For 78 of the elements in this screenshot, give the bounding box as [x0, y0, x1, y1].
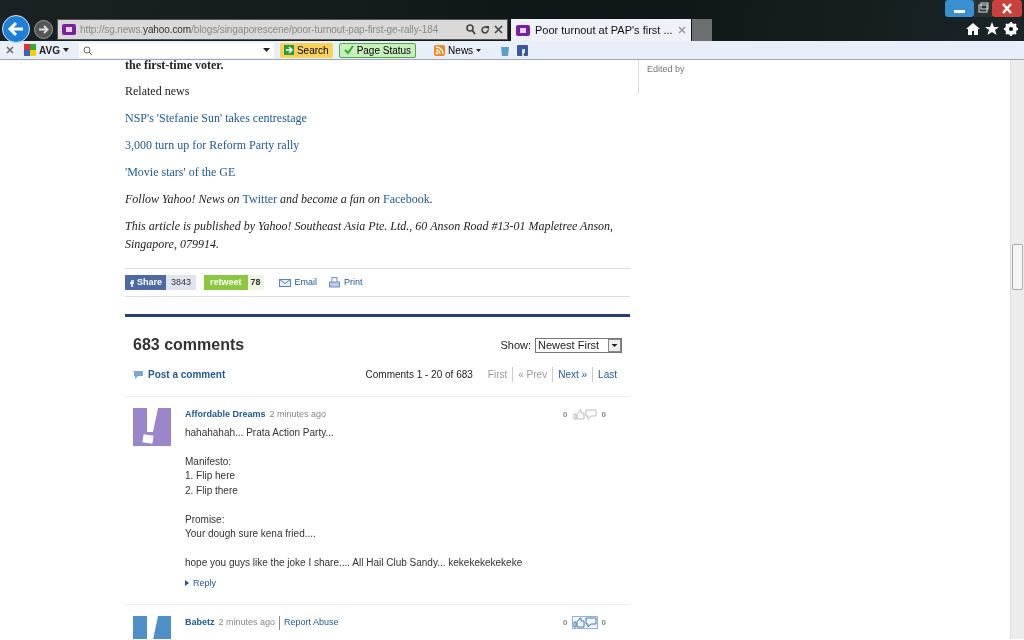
speech-bubble-icon: [133, 370, 144, 379]
site-icon: [516, 24, 530, 36]
print-link[interactable]: Print: [329, 275, 363, 290]
body-text: the first-time voter.: [125, 60, 225, 74]
reply-link[interactable]: Reply: [185, 576, 630, 590]
facebook-icon: [129, 278, 134, 287]
timestamp: 2 minutes ago: [218, 616, 276, 629]
email-link[interactable]: Email: [278, 275, 318, 290]
facebook-icon[interactable]: [517, 44, 529, 56]
close-icon[interactable]: [6, 46, 14, 54]
publisher-text: This article is published by Yahoo! Southeast Asia Pte. Ltd., 60 Anson Road #13-01 Mapletree Anson, Singapore, 079914.: [125, 218, 615, 253]
speech-bubble-icon[interactable]: [584, 617, 597, 629]
check-icon: [343, 45, 354, 55]
caret-icon: [62, 48, 69, 52]
social-link[interactable]: Twitter: [242, 192, 278, 206]
settings-icon[interactable]: [1004, 22, 1018, 36]
refresh-icon[interactable]: [480, 24, 490, 35]
pager-link[interactable]: Next »: [552, 367, 593, 382]
search-icon[interactable]: [466, 24, 476, 35]
section-heading: Related news: [125, 83, 191, 100]
avatar-icon: [133, 408, 171, 446]
search-icon: [82, 45, 93, 55]
address-bar[interactable]: http://sg.news.yahoo.com/blogs/singaporescene/poor-turnout-pap-first-ge-rally-184: [57, 19, 508, 40]
follow-text: Follow Yahoo! News on Twitter and become a fan on Facebook.: [125, 191, 434, 208]
pager-link: First: [486, 368, 509, 382]
facebook-share-button[interactable]: Share: [125, 274, 166, 291]
arrow-icon: [283, 45, 294, 55]
page-status-button[interactable]: Page Status: [338, 42, 417, 58]
scrollbar-thumb[interactable]: [1012, 244, 1023, 290]
avg-button[interactable]: AVG: [20, 42, 73, 58]
caret-icon: [262, 48, 270, 52]
caret-icon: [185, 580, 189, 587]
tab-title: Poor turnout at PAP's first ...: [535, 22, 673, 38]
search-field[interactable]: [78, 42, 274, 58]
related-link[interactable]: 'Movie stars' of the GE: [125, 163, 630, 181]
editor-label: Edited by: [647, 63, 685, 76]
author-link[interactable]: Babetz: [185, 616, 215, 630]
news-button[interactable]: News: [430, 42, 486, 58]
thumbs-up-icon[interactable]: [572, 617, 585, 629]
close-icon[interactable]: [992, 0, 1022, 17]
site-icon: [62, 24, 76, 35]
rss-icon: [434, 44, 446, 56]
vote-count: 0: [563, 616, 568, 629]
pager-link: « Prev: [512, 367, 553, 382]
minimize-icon[interactable]: [945, 0, 974, 17]
close-icon[interactable]: [494, 25, 503, 34]
forward-icon[interactable]: [34, 20, 53, 39]
home-icon[interactable]: [966, 22, 980, 36]
share-count: 3843: [166, 274, 197, 291]
caret-icon: [476, 48, 482, 52]
thumbs-up-icon[interactable]: [572, 409, 585, 421]
back-icon[interactable]: [2, 15, 30, 43]
comment-text: hahahahah... Prata Action Party... Manifesto: 1. Flip here 2. Flip there Promise: Your dough sure kena fried.... hope you guys like the joke I share.... All Hail Club Sandy... kekekekekekeke: [185, 425, 524, 570]
restore-icon[interactable]: [974, 0, 992, 17]
post-comment-link[interactable]: Post a comment: [133, 367, 226, 382]
social-link[interactable]: Facebook: [383, 192, 430, 206]
caret-icon: [608, 338, 621, 352]
related-link[interactable]: NSP's 'Stefanie Sun' takes centrestage: [125, 109, 630, 127]
scrollbar[interactable]: [1010, 60, 1024, 639]
author-link[interactable]: Affordable Dreams: [185, 408, 266, 422]
report-abuse-link[interactable]: Report Abuse: [279, 616, 339, 630]
related-link[interactable]: 3,000 turn up for Reform Party rally: [125, 136, 630, 154]
show-label: Show:: [500, 337, 531, 353]
vote-count: 0: [563, 408, 568, 421]
browser-tab[interactable]: Poor turnout at PAP's first ...: [511, 19, 691, 41]
printer-icon: [329, 277, 341, 288]
vote-count: 0: [601, 408, 606, 421]
search-button[interactable]: Search: [279, 42, 333, 58]
envelope-icon: [278, 278, 291, 287]
comment-range: Comments 1 - 20 of 683: [365, 368, 473, 382]
timestamp: 2 minutes ago: [269, 408, 327, 421]
url-text: http://sg.news.yahoo.com/blogs/singaporescene/poor-turnout-pap-first-ge-rally-184: [80, 23, 440, 37]
sort-dropdown[interactable]: Newest First: [535, 337, 622, 353]
pager-link[interactable]: Last: [592, 367, 622, 382]
logo-icon: [24, 44, 36, 56]
star-icon[interactable]: [985, 22, 999, 36]
comments-heading: 683 comments: [133, 335, 245, 355]
vote-count: 0: [601, 616, 606, 629]
